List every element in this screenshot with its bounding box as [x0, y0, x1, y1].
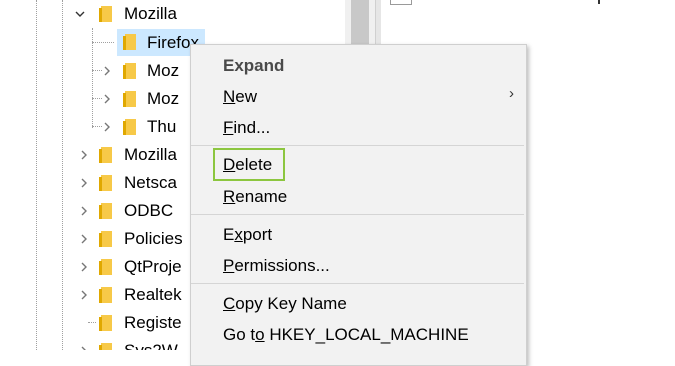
menu-item-go-to[interactable]: Go to HKEY_LOCAL_MACHINE: [223, 323, 469, 347]
expand-chevron-icon[interactable]: [76, 337, 92, 350]
folder-icon: [123, 89, 137, 109]
expand-chevron-icon[interactable]: [76, 141, 92, 169]
menu-item-expand[interactable]: Expand: [223, 54, 284, 78]
tree-item-label[interactable]: Thu: [147, 113, 176, 141]
folder-icon: [123, 61, 137, 81]
tree-guide-line: [62, 0, 63, 350]
folder-icon: [99, 173, 113, 193]
tree-item-label[interactable]: Mozilla: [124, 0, 177, 28]
menu-item-export[interactable]: Export: [223, 223, 272, 247]
folder-icon: [99, 257, 113, 277]
tree-guide-line: [92, 42, 114, 43]
value-icon: [390, 0, 412, 5]
menu-item-rename[interactable]: Rename: [223, 185, 287, 209]
tree-item-label[interactable]: QtProje: [124, 253, 182, 281]
folder-icon: [123, 117, 137, 137]
tree-item-label[interactable]: Netsca: [124, 169, 177, 197]
menu-item-permissions[interactable]: Permissions...: [223, 254, 330, 278]
text-cursor-icon: [598, 0, 600, 4]
folder-icon: [123, 32, 137, 52]
menu-separator: [191, 145, 524, 146]
tree-item-label[interactable]: ODBC: [124, 197, 173, 225]
tree-guide-line: [88, 322, 96, 323]
menu-item-find[interactable]: Find...: [223, 116, 270, 140]
tree-item-label[interactable]: Policies: [124, 225, 183, 253]
menu-item-delete[interactable]: Delete: [223, 153, 272, 177]
tree-item-label[interactable]: Moz: [147, 85, 179, 113]
submenu-arrow-icon: ›: [509, 85, 514, 102]
folder-icon: [99, 285, 113, 305]
folder-icon: [99, 201, 113, 221]
menu-separator: [191, 214, 524, 215]
menu-item-copy-key-name[interactable]: Copy Key Name: [223, 292, 347, 316]
menu-separator: [191, 283, 524, 284]
folder-icon: [99, 4, 113, 24]
expand-chevron-icon[interactable]: [76, 197, 92, 225]
expand-chevron-icon[interactable]: [76, 225, 92, 253]
expand-chevron-icon[interactable]: [76, 253, 92, 281]
expand-chevron-icon[interactable]: [76, 281, 92, 309]
menu-item-new-label: New: [223, 87, 258, 106]
tree-item-label[interactable]: Registe: [124, 309, 182, 337]
expand-chevron-icon[interactable]: [99, 113, 115, 141]
folder-icon: [99, 229, 113, 249]
tree-item-label[interactable]: Realtek: [124, 281, 182, 309]
folder-icon: [99, 341, 113, 350]
tree-item-label[interactable]: Sys2W: [124, 337, 178, 350]
tree-item-label[interactable]: Mozilla: [124, 141, 177, 169]
context-menu: Expand New › Find... Delete Rename Expor…: [190, 44, 527, 366]
expand-chevron-icon[interactable]: [99, 57, 115, 85]
folder-icon: [99, 313, 113, 333]
tree-guide-line: [36, 0, 37, 350]
expand-chevron-icon[interactable]: [99, 85, 115, 113]
expand-chevron-icon[interactable]: [76, 169, 92, 197]
menu-item-new[interactable]: New ›: [191, 83, 524, 111]
scrollbar-thumb[interactable]: [351, 0, 369, 44]
collapse-chevron-icon[interactable]: [72, 0, 88, 28]
tree-guide-line: [92, 28, 93, 128]
tree-item-label[interactable]: Moz: [147, 57, 179, 85]
folder-icon: [99, 145, 113, 165]
